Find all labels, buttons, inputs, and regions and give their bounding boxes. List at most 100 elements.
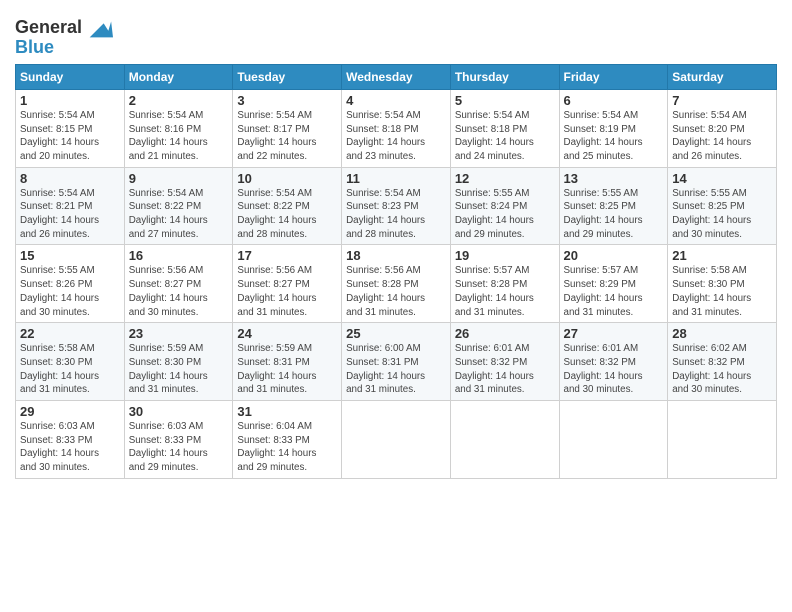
day-number: 11 (346, 171, 446, 186)
day-number: 30 (129, 404, 229, 419)
calendar-cell: 19 Sunrise: 5:57 AM Sunset: 8:28 PM Dayl… (450, 245, 559, 323)
calendar-cell: 30 Sunrise: 6:03 AM Sunset: 8:33 PM Dayl… (124, 401, 233, 479)
day-number: 12 (455, 171, 555, 186)
calendar-cell: 28 Sunrise: 6:02 AM Sunset: 8:32 PM Dayl… (668, 323, 777, 401)
day-number: 8 (20, 171, 120, 186)
calendar-cell: 16 Sunrise: 5:56 AM Sunset: 8:27 PM Dayl… (124, 245, 233, 323)
calendar-row: 8 Sunrise: 5:54 AM Sunset: 8:21 PM Dayli… (16, 167, 777, 245)
day-number: 13 (564, 171, 664, 186)
day-number: 7 (672, 93, 772, 108)
header-sunday: Sunday (16, 64, 125, 89)
day-number: 25 (346, 326, 446, 341)
day-info: Sunrise: 6:00 AM Sunset: 8:31 PM Dayligh… (346, 342, 446, 397)
header-thursday: Thursday (450, 64, 559, 89)
logo: General Blue (15, 14, 113, 58)
day-info: Sunrise: 5:54 AM Sunset: 8:15 PM Dayligh… (20, 109, 120, 164)
calendar-cell: 29 Sunrise: 6:03 AM Sunset: 8:33 PM Dayl… (16, 401, 125, 479)
day-info: Sunrise: 5:54 AM Sunset: 8:22 PM Dayligh… (237, 187, 337, 242)
day-info: Sunrise: 5:56 AM Sunset: 8:27 PM Dayligh… (237, 264, 337, 319)
calendar-cell: 27 Sunrise: 6:01 AM Sunset: 8:32 PM Dayl… (559, 323, 668, 401)
day-info: Sunrise: 5:54 AM Sunset: 8:22 PM Dayligh… (129, 187, 229, 242)
calendar-row: 22 Sunrise: 5:58 AM Sunset: 8:30 PM Dayl… (16, 323, 777, 401)
day-info: Sunrise: 5:54 AM Sunset: 8:17 PM Dayligh… (237, 109, 337, 164)
calendar-cell: 23 Sunrise: 5:59 AM Sunset: 8:30 PM Dayl… (124, 323, 233, 401)
day-info: Sunrise: 5:56 AM Sunset: 8:27 PM Dayligh… (129, 264, 229, 319)
day-number: 5 (455, 93, 555, 108)
day-info: Sunrise: 5:58 AM Sunset: 8:30 PM Dayligh… (672, 264, 772, 319)
calendar-body: 1 Sunrise: 5:54 AM Sunset: 8:15 PM Dayli… (16, 89, 777, 478)
day-number: 17 (237, 248, 337, 263)
day-number: 18 (346, 248, 446, 263)
day-info: Sunrise: 5:59 AM Sunset: 8:31 PM Dayligh… (237, 342, 337, 397)
calendar-cell: 10 Sunrise: 5:54 AM Sunset: 8:22 PM Dayl… (233, 167, 342, 245)
day-info: Sunrise: 5:55 AM Sunset: 8:25 PM Dayligh… (672, 187, 772, 242)
header-friday: Friday (559, 64, 668, 89)
page: General Blue SundayMondayTuesdayWednesda… (0, 0, 792, 612)
day-number: 22 (20, 326, 120, 341)
calendar-cell: 25 Sunrise: 6:00 AM Sunset: 8:31 PM Dayl… (342, 323, 451, 401)
day-info: Sunrise: 5:54 AM Sunset: 8:23 PM Dayligh… (346, 187, 446, 242)
header-saturday: Saturday (668, 64, 777, 89)
calendar-cell: 24 Sunrise: 5:59 AM Sunset: 8:31 PM Dayl… (233, 323, 342, 401)
day-info: Sunrise: 5:55 AM Sunset: 8:26 PM Dayligh… (20, 264, 120, 319)
day-number: 24 (237, 326, 337, 341)
calendar-cell: 7 Sunrise: 5:54 AM Sunset: 8:20 PM Dayli… (668, 89, 777, 167)
day-number: 28 (672, 326, 772, 341)
day-number: 26 (455, 326, 555, 341)
day-info: Sunrise: 5:54 AM Sunset: 8:19 PM Dayligh… (564, 109, 664, 164)
day-number: 14 (672, 171, 772, 186)
calendar-cell (450, 401, 559, 479)
calendar-cell: 3 Sunrise: 5:54 AM Sunset: 8:17 PM Dayli… (233, 89, 342, 167)
day-info: Sunrise: 5:57 AM Sunset: 8:28 PM Dayligh… (455, 264, 555, 319)
day-info: Sunrise: 6:01 AM Sunset: 8:32 PM Dayligh… (455, 342, 555, 397)
header-wednesday: Wednesday (342, 64, 451, 89)
calendar-cell: 11 Sunrise: 5:54 AM Sunset: 8:23 PM Dayl… (342, 167, 451, 245)
calendar-cell (559, 401, 668, 479)
logo-icon (85, 14, 113, 42)
day-info: Sunrise: 5:56 AM Sunset: 8:28 PM Dayligh… (346, 264, 446, 319)
calendar-cell (342, 401, 451, 479)
day-number: 4 (346, 93, 446, 108)
day-info: Sunrise: 5:54 AM Sunset: 8:18 PM Dayligh… (346, 109, 446, 164)
calendar-cell: 22 Sunrise: 5:58 AM Sunset: 8:30 PM Dayl… (16, 323, 125, 401)
calendar-cell: 31 Sunrise: 6:04 AM Sunset: 8:33 PM Dayl… (233, 401, 342, 479)
day-info: Sunrise: 5:55 AM Sunset: 8:25 PM Dayligh… (564, 187, 664, 242)
calendar-row: 1 Sunrise: 5:54 AM Sunset: 8:15 PM Dayli… (16, 89, 777, 167)
day-info: Sunrise: 6:03 AM Sunset: 8:33 PM Dayligh… (129, 420, 229, 475)
day-info: Sunrise: 5:54 AM Sunset: 8:21 PM Dayligh… (20, 187, 120, 242)
day-info: Sunrise: 6:01 AM Sunset: 8:32 PM Dayligh… (564, 342, 664, 397)
day-info: Sunrise: 5:54 AM Sunset: 8:18 PM Dayligh… (455, 109, 555, 164)
day-number: 21 (672, 248, 772, 263)
day-number: 2 (129, 93, 229, 108)
calendar-row: 15 Sunrise: 5:55 AM Sunset: 8:26 PM Dayl… (16, 245, 777, 323)
day-info: Sunrise: 6:02 AM Sunset: 8:32 PM Dayligh… (672, 342, 772, 397)
day-number: 6 (564, 93, 664, 108)
calendar-cell: 2 Sunrise: 5:54 AM Sunset: 8:16 PM Dayli… (124, 89, 233, 167)
calendar-cell: 26 Sunrise: 6:01 AM Sunset: 8:32 PM Dayl… (450, 323, 559, 401)
day-number: 20 (564, 248, 664, 263)
day-info: Sunrise: 5:59 AM Sunset: 8:30 PM Dayligh… (129, 342, 229, 397)
header: General Blue (15, 10, 777, 58)
calendar-cell: 20 Sunrise: 5:57 AM Sunset: 8:29 PM Dayl… (559, 245, 668, 323)
calendar-cell: 1 Sunrise: 5:54 AM Sunset: 8:15 PM Dayli… (16, 89, 125, 167)
calendar-row: 29 Sunrise: 6:03 AM Sunset: 8:33 PM Dayl… (16, 401, 777, 479)
day-number: 1 (20, 93, 120, 108)
day-info: Sunrise: 6:04 AM Sunset: 8:33 PM Dayligh… (237, 420, 337, 475)
calendar-cell: 17 Sunrise: 5:56 AM Sunset: 8:27 PM Dayl… (233, 245, 342, 323)
calendar-cell: 15 Sunrise: 5:55 AM Sunset: 8:26 PM Dayl… (16, 245, 125, 323)
calendar-cell: 5 Sunrise: 5:54 AM Sunset: 8:18 PM Dayli… (450, 89, 559, 167)
day-number: 15 (20, 248, 120, 263)
day-info: Sunrise: 5:55 AM Sunset: 8:24 PM Dayligh… (455, 187, 555, 242)
day-number: 29 (20, 404, 120, 419)
calendar-cell: 12 Sunrise: 5:55 AM Sunset: 8:24 PM Dayl… (450, 167, 559, 245)
day-number: 10 (237, 171, 337, 186)
day-number: 31 (237, 404, 337, 419)
day-info: Sunrise: 5:57 AM Sunset: 8:29 PM Dayligh… (564, 264, 664, 319)
calendar-cell: 13 Sunrise: 5:55 AM Sunset: 8:25 PM Dayl… (559, 167, 668, 245)
day-info: Sunrise: 5:54 AM Sunset: 8:20 PM Dayligh… (672, 109, 772, 164)
calendar-cell: 14 Sunrise: 5:55 AM Sunset: 8:25 PM Dayl… (668, 167, 777, 245)
calendar-header-row: SundayMondayTuesdayWednesdayThursdayFrid… (16, 64, 777, 89)
logo-text: General (15, 18, 82, 38)
calendar-cell: 21 Sunrise: 5:58 AM Sunset: 8:30 PM Dayl… (668, 245, 777, 323)
calendar-cell: 8 Sunrise: 5:54 AM Sunset: 8:21 PM Dayli… (16, 167, 125, 245)
